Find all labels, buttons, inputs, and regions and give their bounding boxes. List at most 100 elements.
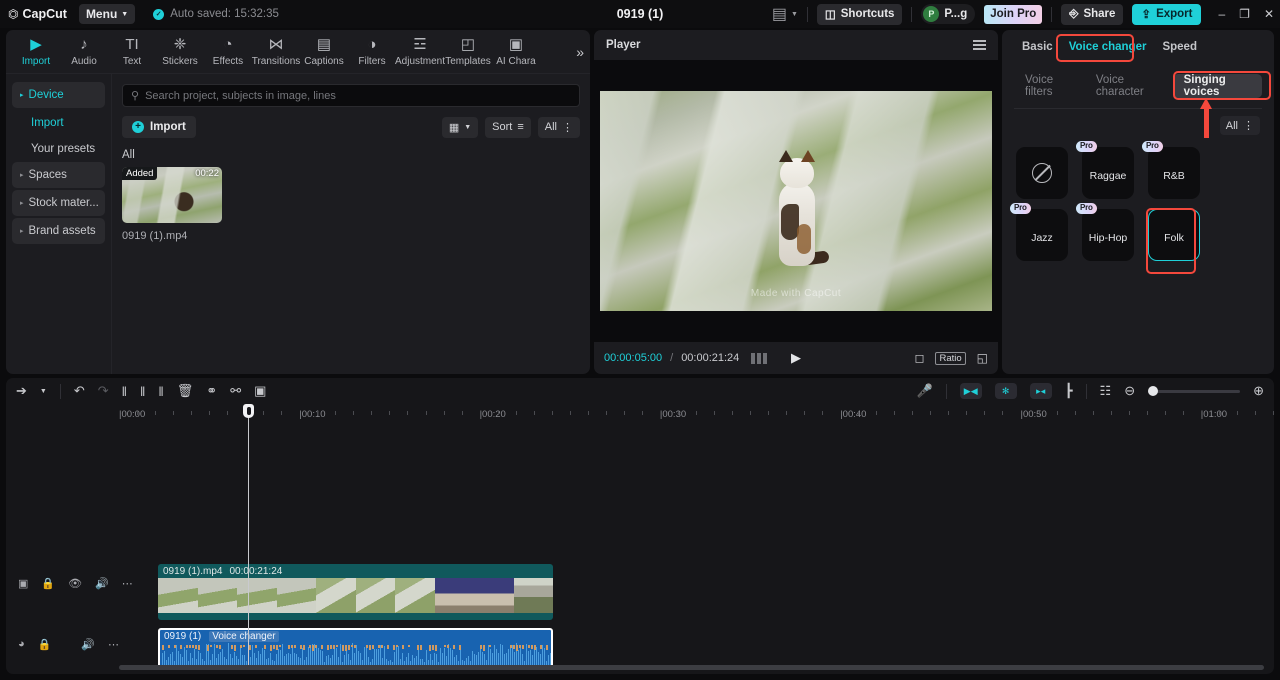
import-button[interactable]: + Import [122, 116, 196, 138]
segment-voice-character[interactable]: Voice character [1085, 74, 1173, 98]
timeline-ruler[interactable]: |00:00|00:10|00:20|00:30|00:40|00:50|01:… [119, 404, 1274, 426]
waveform-bar [310, 646, 311, 666]
record-voiceover-icon[interactable]: 🎤 [917, 383, 933, 399]
zoom-preview-icon[interactable]: ◻ [915, 351, 925, 365]
ratio-button[interactable]: Ratio [935, 352, 965, 365]
chevron-down-icon[interactable]: ▼ [40, 388, 47, 395]
export-button[interactable]: ⇪ Export [1132, 4, 1201, 25]
tool-tab-adjustment[interactable]: ☲Adjustment [396, 37, 444, 67]
more-options-icon[interactable]: ⋯ [122, 577, 133, 590]
tool-tab-filters[interactable]: ◑Filters [348, 37, 396, 67]
tool-tab-effects[interactable]: ◔Effects [204, 37, 252, 67]
trim-left-icon[interactable]: ‖ [140, 384, 145, 399]
sidebar-item-your-presets[interactable]: Your presets [12, 136, 105, 162]
menu-button[interactable]: Menu ▼ [79, 4, 135, 24]
tab-basic[interactable]: Basic [1016, 37, 1059, 57]
tool-tab-transitions[interactable]: ⋈Transitions [252, 37, 300, 67]
voice-filter-button[interactable]: All ⋮ [1220, 116, 1260, 135]
track-thumbnail-icon[interactable]: ▣ [18, 577, 28, 590]
player-menu-icon[interactable] [973, 40, 986, 50]
waveform-bar [278, 649, 279, 666]
visibility-icon[interactable]: 👁 [68, 577, 82, 590]
split-icon[interactable]: ‖ [122, 384, 127, 399]
tool-tab-text[interactable]: TIText [108, 37, 156, 67]
user-account-chip[interactable]: P P...g [921, 4, 975, 24]
trim-right-icon[interactable]: ‖ [158, 384, 163, 399]
upload-icon: ⇪ [1141, 7, 1151, 21]
waveform-bar [500, 644, 501, 666]
waveform-peak [186, 645, 188, 648]
tab-speed[interactable]: Speed [1156, 37, 1203, 57]
library-section-label: All [122, 149, 580, 161]
close-icon[interactable]: ✕ [1264, 7, 1274, 21]
join-pro-button[interactable]: Join Pro [984, 5, 1042, 24]
voice-tile-raggae[interactable]: ProRaggae [1082, 147, 1134, 199]
sidebar-item-import[interactable]: Import [12, 110, 105, 136]
tool-tab-captions[interactable]: ▤Captions [300, 37, 348, 67]
tool-tab-label: Adjustment [395, 56, 445, 67]
minimize-icon[interactable]: – [1218, 7, 1225, 21]
share-button[interactable]: ⎆ Share [1061, 4, 1123, 25]
waveform-peak [264, 645, 266, 649]
voice-tile-hip-hop[interactable]: ProHip-Hop [1082, 209, 1134, 261]
layout-preset-button[interactable]: ▤ ▼ [772, 4, 798, 24]
timeline-horizontal-scrollbar[interactable] [119, 665, 1264, 670]
link-toggle[interactable]: ▸◂ [1030, 383, 1052, 399]
fullscreen-icon[interactable]: ◱ [977, 351, 988, 365]
volume-icon[interactable]: 🔊 [95, 577, 109, 590]
play-button[interactable]: ▶ [791, 350, 801, 366]
video-preview[interactable]: Made with CapCut [600, 91, 992, 311]
more-tools-icon[interactable]: » [576, 44, 584, 60]
playhead-handle[interactable] [243, 404, 254, 418]
maximize-icon[interactable]: ❐ [1239, 7, 1250, 21]
auto-snap-toggle[interactable]: ✻ [995, 383, 1017, 399]
segment-singing-voices[interactable]: Singing voices [1173, 74, 1262, 98]
sidebar-item-stock-mater-[interactable]: ▸Stock mater... [12, 190, 105, 216]
lock-icon[interactable]: 🔒 [38, 638, 52, 651]
undo-icon[interactable]: ↶ [74, 383, 85, 399]
shortcuts-button[interactable]: ◫ Shortcuts [817, 4, 903, 25]
snap-left-toggle[interactable]: ▶◀ [960, 383, 982, 399]
lock-icon[interactable]: 🔒 [41, 577, 55, 590]
voice-tile-folk[interactable]: Folk [1148, 209, 1200, 261]
zoom-slider[interactable] [1148, 390, 1240, 393]
tool-tab-templates[interactable]: ◰Templates [444, 37, 492, 67]
tab-voice-changer[interactable]: Voice changer [1063, 37, 1153, 57]
voice-tile-jazz[interactable]: ProJazz [1016, 209, 1068, 261]
waveform-bar [402, 653, 403, 666]
crop-icon[interactable]: ▣ [254, 383, 266, 399]
select-tool-icon[interactable]: ➔ [16, 383, 27, 399]
tool-tab-import[interactable]: ▶Import [12, 37, 60, 67]
sidebar-item-spaces[interactable]: ▸Spaces [12, 162, 105, 188]
split-marker-icon[interactable]: ┣ [1065, 383, 1073, 399]
adapt-view-icon[interactable]: ☷ [1100, 383, 1112, 399]
segment-voice-filters[interactable]: Voice filters [1014, 74, 1085, 98]
sidebar-item-device[interactable]: ▸Device [12, 82, 105, 108]
tool-tab-stickers[interactable]: ❈Stickers [156, 37, 204, 67]
freeze-frame-icon[interactable]: ⚭ [206, 383, 217, 399]
audio-track-icon[interactable]: ◕ [18, 638, 25, 650]
zoom-out-icon[interactable]: ⊖ [1124, 383, 1135, 399]
view-mode-button[interactable]: ▦ ▼ [442, 117, 478, 138]
sort-button[interactable]: Sort ≡ [485, 117, 531, 138]
zoom-in-icon[interactable]: ⊕ [1253, 383, 1264, 399]
zoom-slider-handle[interactable] [1148, 386, 1158, 396]
sidebar-item-brand-assets[interactable]: ▸Brand assets [12, 218, 105, 244]
frame-view-icon[interactable] [751, 353, 767, 364]
tool-tab-audio[interactable]: ♪Audio [60, 37, 108, 67]
delete-icon[interactable]: 🗑 [177, 383, 194, 399]
redo-icon[interactable]: ↷ [98, 383, 109, 399]
playhead[interactable] [248, 404, 249, 666]
audio-clip[interactable]: 0919 (1) Voice changer [158, 628, 553, 668]
video-clip[interactable]: 0919 (1).mp4 00:00:21:24 [158, 564, 553, 620]
voice-tile-r-b[interactable]: ProR&B [1148, 147, 1200, 199]
media-thumbnail[interactable]: Added 00:22 [122, 167, 222, 223]
more-options-icon[interactable]: ⋯ [108, 638, 119, 651]
mirror-icon[interactable]: ⚯ [230, 383, 241, 399]
tool-tab-ai-chara[interactable]: ▣AI Chara [492, 37, 540, 67]
filter-button[interactable]: All ⋮ [538, 117, 580, 138]
media-item[interactable]: Added 00:22 0919 (1).mp4 [122, 167, 222, 242]
search-input[interactable]: ⚲ Search project, subjects in image, lin… [122, 84, 580, 107]
volume-icon[interactable]: 🔊 [81, 638, 95, 651]
voice-tile-none[interactable] [1016, 147, 1068, 199]
